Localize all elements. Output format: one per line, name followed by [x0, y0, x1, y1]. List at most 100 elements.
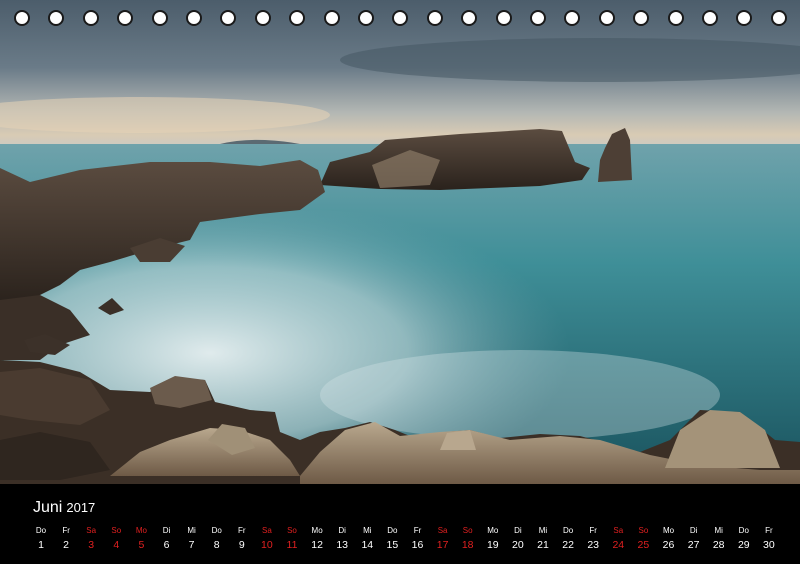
- binding-hole: [358, 10, 374, 26]
- binding-hole: [254, 10, 271, 26]
- day-number: 11: [286, 539, 298, 551]
- day-cell: Fr 9: [230, 524, 254, 553]
- binding-hole: [564, 10, 581, 26]
- binding-hole: [495, 10, 512, 26]
- weekday-label: So: [638, 526, 649, 535]
- binding-hole: [770, 10, 787, 26]
- weekday-label: Mi: [538, 526, 548, 535]
- binding-hole: [323, 10, 340, 26]
- day-cell: Mi 14: [355, 524, 379, 553]
- day-number: 1: [38, 539, 44, 551]
- day-number: 16: [411, 539, 424, 551]
- weekday-label: Do: [738, 526, 749, 535]
- weekday-label: Mi: [363, 526, 372, 535]
- day-row: Do 1 Fr 2 Sa 3 So 4 Mo 5 Di 6 Mi 7 Do 8 Fr 9 Sa 10 So 11 Mo 12 D…: [29, 524, 782, 556]
- day-cell: So 25: [631, 524, 655, 553]
- month-name: Juni: [33, 499, 63, 516]
- day-number: 20: [512, 539, 524, 551]
- weekday-label: Fr: [62, 526, 70, 535]
- day-cell: Di 13: [330, 524, 354, 553]
- day-number: 27: [687, 539, 700, 551]
- day-number: 17: [436, 539, 449, 551]
- day-cell: Do 22: [556, 524, 580, 553]
- binding-hole: [633, 10, 650, 26]
- day-number: 10: [261, 539, 273, 551]
- weekday-label: Mo: [311, 526, 323, 535]
- weekday-label: Sa: [261, 526, 272, 535]
- day-cell: So 11: [280, 524, 304, 553]
- day-number: 12: [311, 539, 323, 551]
- binding-hole: [461, 10, 478, 26]
- weekday-label: Di: [514, 526, 522, 535]
- day-cell: Do 29: [732, 524, 756, 553]
- day-number: 8: [213, 539, 220, 551]
- weekday-label: Mi: [714, 526, 723, 535]
- day-number: 14: [361, 539, 374, 551]
- day-cell: Do 1: [29, 524, 53, 553]
- day-number: 26: [662, 539, 675, 551]
- weekday-label: So: [111, 526, 122, 535]
- year-label: 2017: [66, 500, 96, 515]
- binding-hole: [48, 10, 65, 26]
- binding-holes: [0, 0, 800, 40]
- day-cell: Mo 12: [305, 524, 329, 553]
- weekday-label: So: [287, 526, 297, 535]
- day-cell: Mi 28: [707, 524, 731, 553]
- weekday-label: Di: [689, 526, 698, 535]
- day-cell: Sa 17: [431, 524, 455, 553]
- day-cell: Mo 5: [129, 524, 153, 553]
- binding-hole: [530, 10, 546, 26]
- weekday-label: Mo: [135, 526, 147, 535]
- day-number: 21: [537, 539, 549, 551]
- binding-hole: [392, 10, 409, 26]
- weekday-label: Fr: [589, 526, 597, 535]
- weekday-label: Fr: [238, 526, 246, 535]
- day-number: 15: [386, 539, 399, 551]
- day-cell: Fr 16: [406, 524, 430, 553]
- day-number: 13: [336, 539, 349, 551]
- day-cell: Di 6: [155, 524, 179, 553]
- day-number: 5: [138, 539, 145, 551]
- day-number: 3: [88, 539, 95, 551]
- day-cell: Mo 26: [657, 524, 681, 553]
- day-cell: Sa 24: [606, 524, 630, 553]
- day-number: 4: [113, 539, 120, 551]
- day-cell: Sa 10: [255, 524, 279, 553]
- binding-hole: [426, 10, 443, 26]
- binding-hole: [667, 10, 684, 26]
- weekday-label: Do: [211, 526, 222, 535]
- binding-hole: [702, 10, 718, 26]
- day-number: 30: [763, 539, 775, 551]
- weekday-label: Sa: [613, 526, 624, 535]
- day-cell: Di 20: [506, 524, 530, 553]
- weekday-label: So: [462, 526, 473, 535]
- day-cell: Mo 19: [481, 524, 505, 553]
- day-cell: So 4: [104, 524, 128, 553]
- binding-hole: [117, 10, 134, 26]
- binding-hole: [151, 10, 168, 26]
- day-cell: Mi 21: [531, 524, 555, 553]
- landscape-photo: [0, 0, 800, 484]
- day-number: 9: [238, 539, 245, 551]
- day-cell: So 18: [456, 524, 480, 553]
- binding-hole: [220, 10, 237, 26]
- weekday-label: Fr: [413, 526, 422, 535]
- day-number: 22: [562, 539, 574, 551]
- day-number: 7: [188, 539, 195, 551]
- binding-hole: [736, 10, 753, 26]
- day-number: 23: [587, 539, 600, 551]
- weekday-label: Sa: [437, 526, 448, 535]
- day-cell: Do 15: [380, 524, 404, 553]
- weekday-label: Do: [387, 526, 398, 535]
- day-cell: Mi 7: [180, 524, 204, 553]
- day-cell: Fr 2: [54, 524, 78, 553]
- day-number: 18: [461, 539, 474, 551]
- calendar-strip: Juni 2017 Do 1 Fr 2 Sa 3 So 4 Mo 5 Di 6 Mi 7 Do 8 Fr 9 Sa 10…: [0, 484, 800, 564]
- weekday-label: Mi: [187, 526, 196, 535]
- day-cell: Sa 3: [79, 524, 103, 553]
- day-number: 24: [612, 539, 625, 551]
- binding-hole: [14, 10, 30, 26]
- day-number: 6: [163, 539, 170, 551]
- weekday-label: Mo: [662, 526, 675, 535]
- day-cell: Do 8: [205, 524, 229, 553]
